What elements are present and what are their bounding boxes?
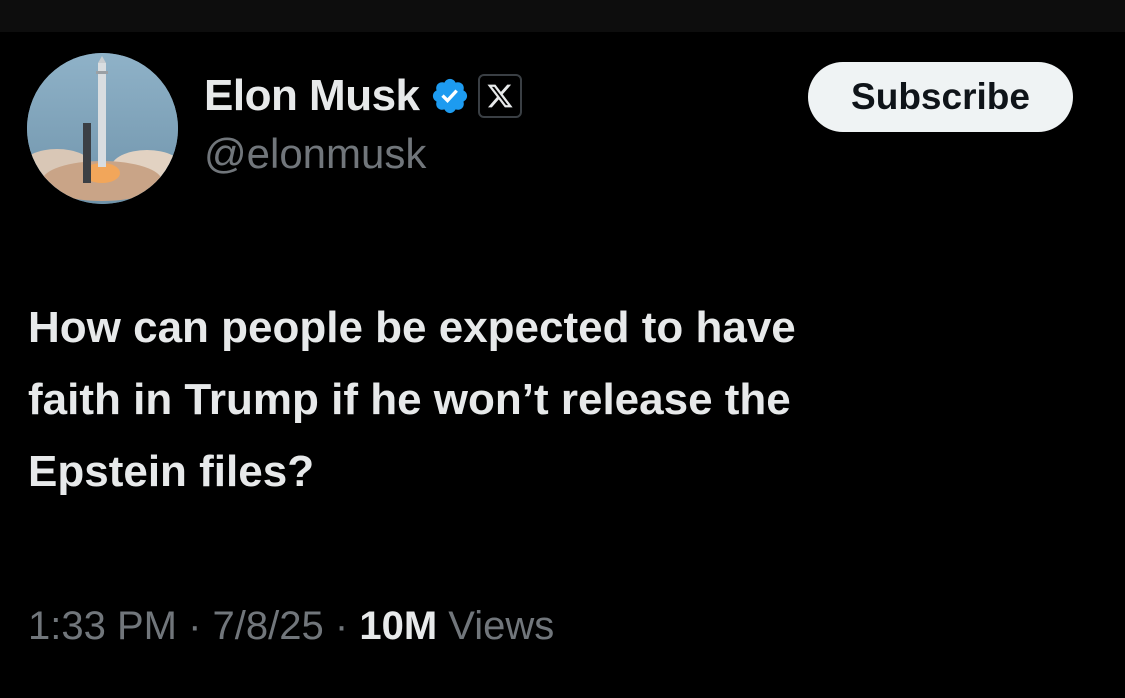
top-status-strip — [0, 0, 1125, 32]
tweet-body: How can people be expected to have faith … — [28, 292, 1098, 508]
tweet-line-1: How can people be expected to have — [28, 303, 796, 352]
meta-separator: · — [188, 604, 202, 648]
tweet-time[interactable]: 1:33 PM — [28, 604, 177, 648]
rocket-launch-avatar-image — [27, 53, 178, 204]
x-logo-icon[interactable] — [477, 74, 522, 118]
meta-separator: · — [334, 604, 349, 648]
verified-badge-icon[interactable] — [430, 76, 470, 116]
avatar[interactable] — [27, 53, 178, 204]
views-count: 10M — [359, 604, 438, 648]
tweet-meta: 1:33 PM · 7/8/25 · 10M Views — [28, 598, 554, 654]
subscribe-button[interactable]: Subscribe — [808, 62, 1073, 132]
name-row: Elon Musk — [204, 68, 522, 124]
tweet-line-2: faith in Trump if he won’t release the — [28, 375, 791, 424]
tweet-date[interactable]: 7/8/25 — [213, 604, 324, 648]
display-name[interactable]: Elon Musk — [204, 68, 420, 124]
tweet-line-3: Epstein files? — [28, 447, 315, 496]
tweet-header: Elon Musk @elonmusk — [204, 68, 522, 180]
views-label: Views — [448, 604, 555, 648]
user-handle[interactable]: @elonmusk — [204, 128, 522, 180]
